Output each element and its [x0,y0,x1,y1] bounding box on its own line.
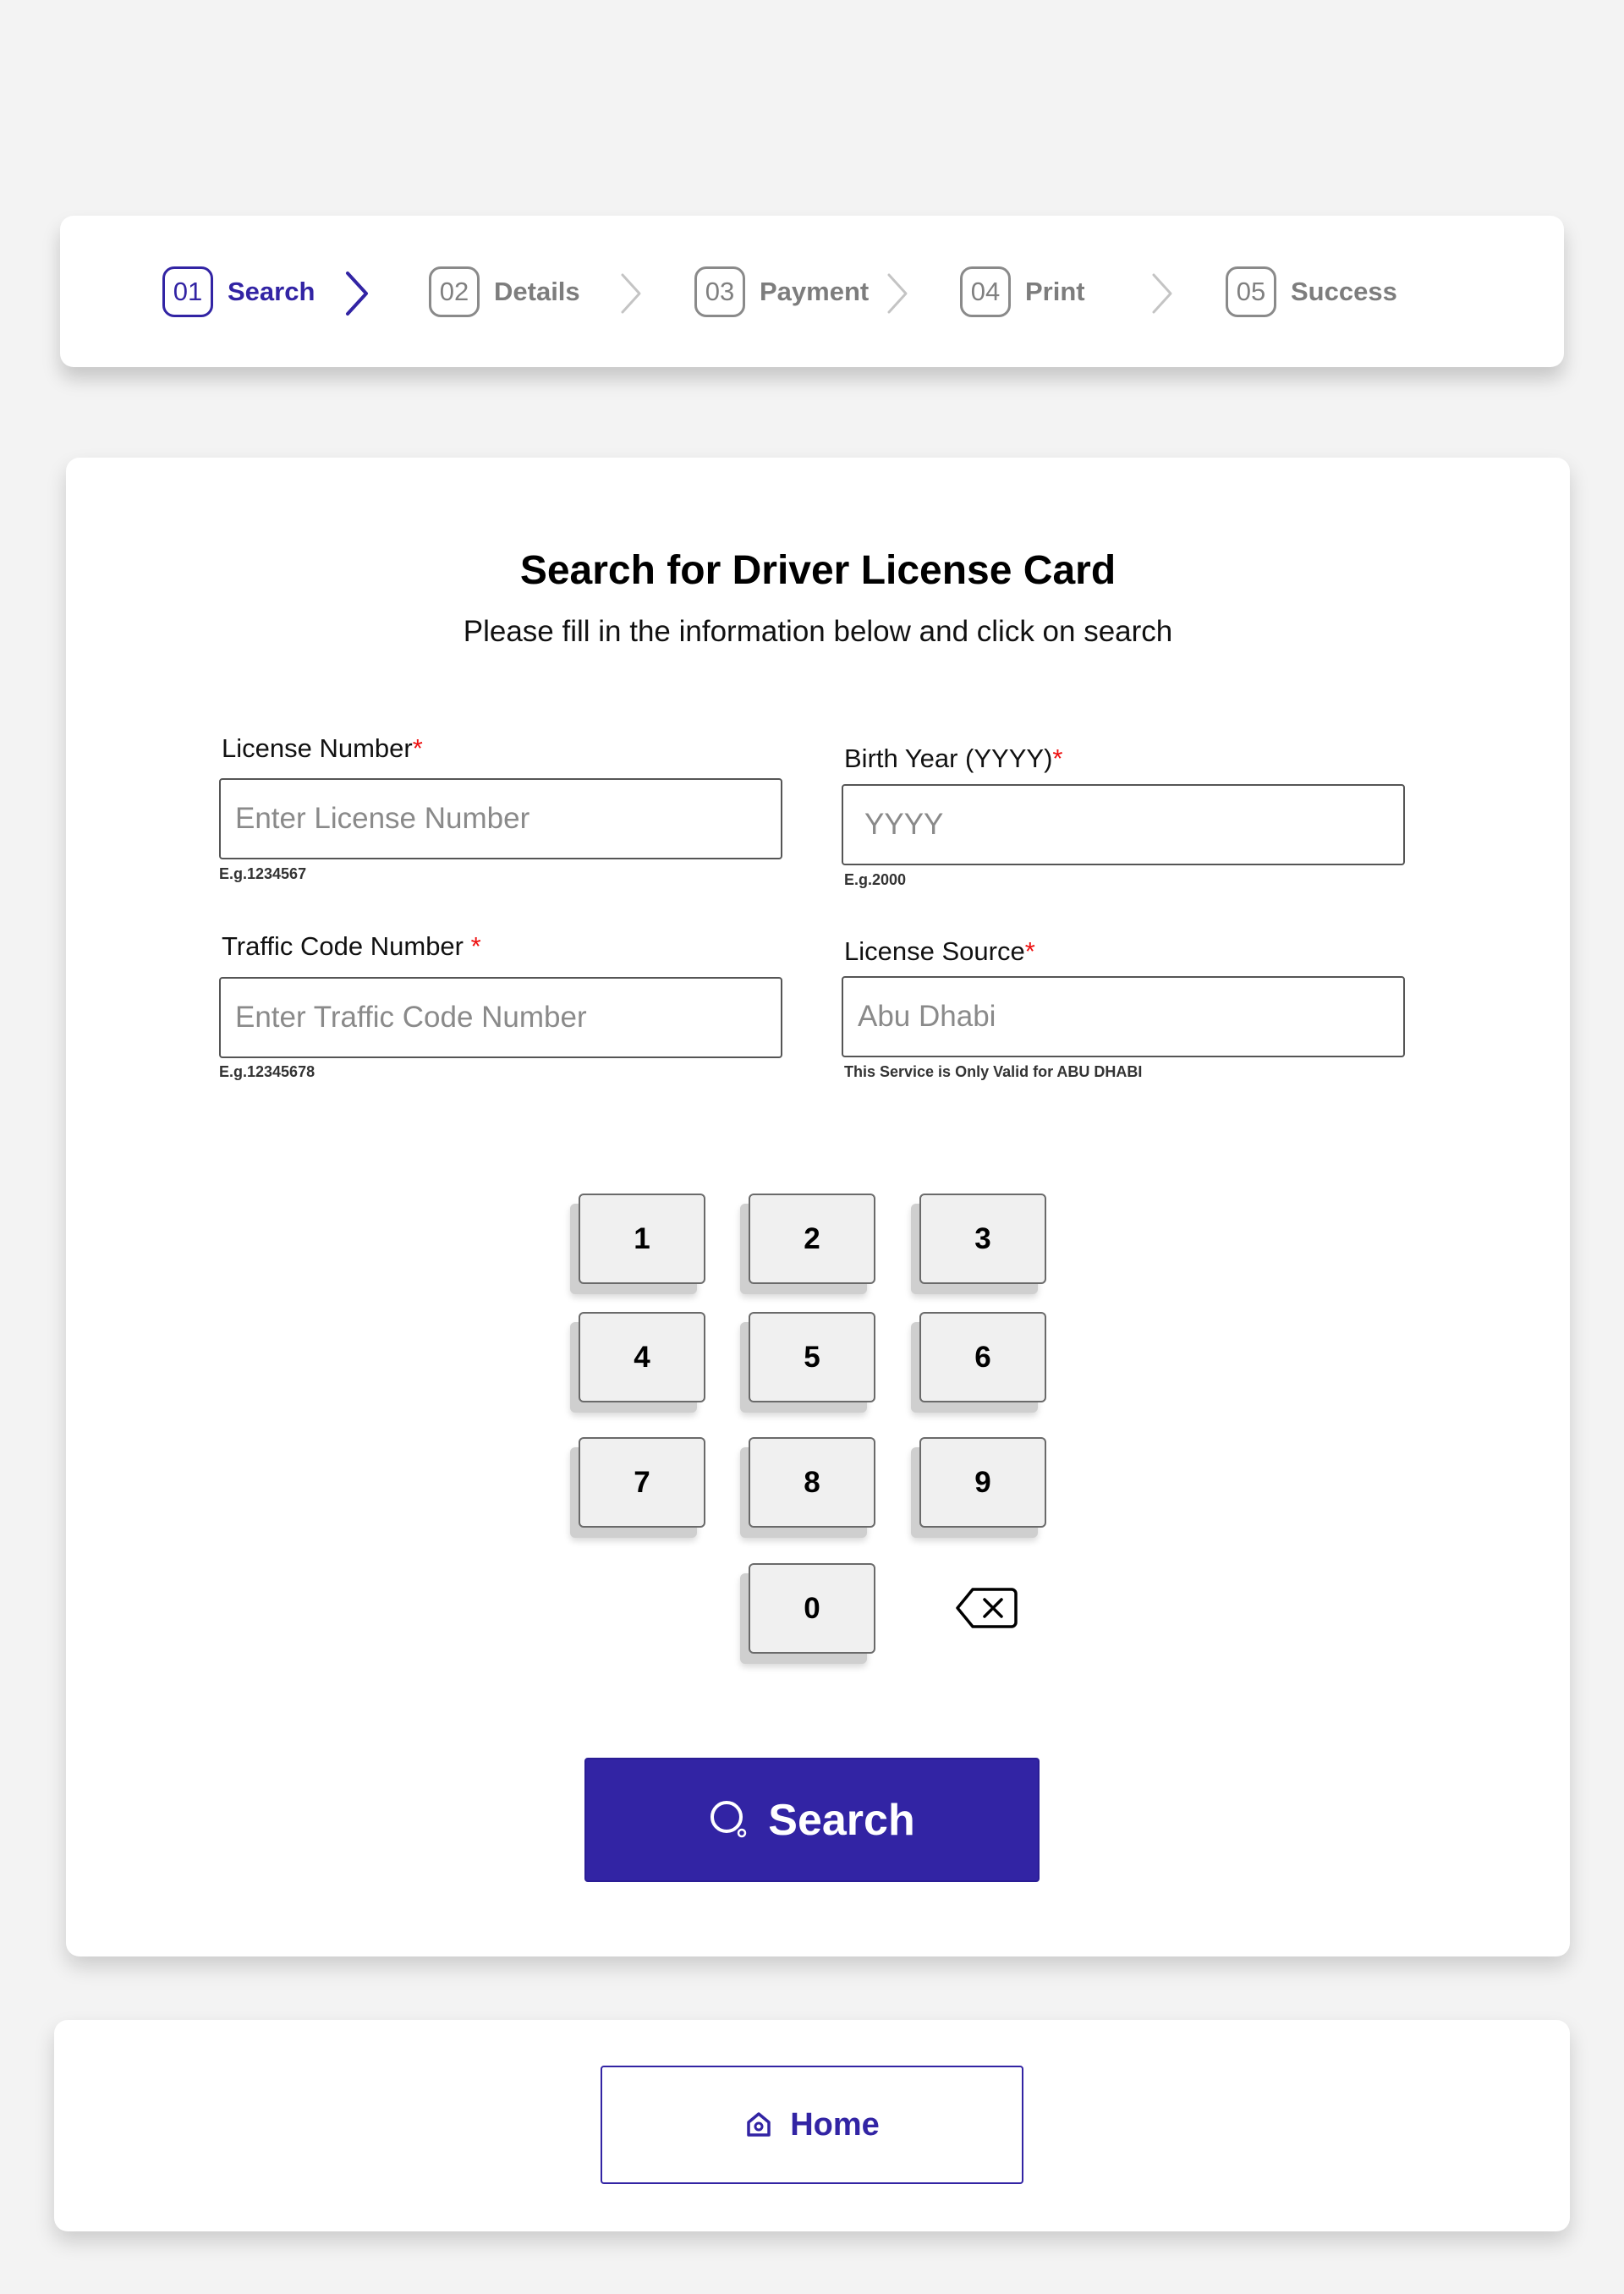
step-label: Success [1291,277,1397,306]
label-text: Birth Year (YYYY) [844,744,1053,773]
keypad-key-6[interactable]: 6 [919,1312,1046,1402]
license-source-input[interactable] [842,976,1405,1057]
license-source-hint: This Service is Only Valid for ABU DHABI [844,1063,1143,1080]
backspace-icon[interactable] [954,1586,1018,1630]
step-number: 04 [960,266,1011,317]
home-button-label: Home [790,2106,880,2143]
required-mark: * [412,733,423,763]
chevron-right-icon [887,273,908,314]
license-number-label: License Number* [222,733,423,764]
keypad-key-1[interactable]: 1 [579,1194,705,1284]
required-mark: * [470,931,481,961]
license-number-input[interactable] [219,778,782,859]
required-mark: * [1052,744,1063,773]
step-number: 05 [1226,266,1276,317]
page-title: Search for Driver License Card [519,548,1116,593]
step-label: Details [494,277,580,306]
label-text: License Number [222,733,413,763]
keypad-key-9[interactable]: 9 [919,1437,1046,1528]
step-number: 03 [694,266,745,317]
footer-bar: Home [54,2020,1570,2231]
step-label: Payment [760,277,870,306]
progress-stepper: 01 Search 02 Details 03 Payment 04 Print… [60,216,1564,367]
traffic-code-hint: E.g.12345678 [219,1063,315,1080]
keypad-key-4[interactable]: 4 [579,1312,705,1402]
search-button-label: Search [768,1795,915,1845]
step-print: 04 Print [960,266,1085,317]
search-button[interactable]: Search [584,1758,1040,1882]
traffic-code-input[interactable] [219,977,782,1058]
label-text: Traffic Code Number [222,931,471,961]
chevron-right-icon [621,273,641,314]
step-details: 02 Details [429,266,580,317]
keypad-key-3[interactable]: 3 [919,1194,1046,1284]
step-label: Print [1025,277,1085,306]
chevron-right-icon [1152,273,1172,314]
license-number-hint: E.g.1234567 [219,865,307,882]
step-search: 01 Search [162,266,315,317]
label-text: License Source [844,936,1025,966]
birth-year-label: Birth Year (YYYY)* [844,744,1062,774]
keypad-key-5[interactable]: 5 [749,1312,875,1402]
step-label: Search [228,277,315,306]
home-button[interactable]: Home [601,2066,1023,2184]
search-icon [710,1800,747,1837]
keypad-key-2[interactable]: 2 [749,1194,875,1284]
birth-year-input[interactable] [842,784,1405,865]
traffic-code-label: Traffic Code Number * [222,931,481,962]
chevron-right-icon [346,272,368,316]
step-number: 02 [429,266,480,317]
home-icon [747,2112,771,2137]
page-subtitle: Please fill in the information below and… [463,615,1173,648]
step-number: 01 [162,266,213,317]
step-payment: 03 Payment [694,266,869,317]
keypad-key-8[interactable]: 8 [749,1437,875,1528]
keypad-key-0[interactable]: 0 [749,1563,875,1654]
search-form-card: Search for Driver License Card Please fi… [66,458,1570,1956]
birth-year-hint: E.g.2000 [844,871,907,888]
license-source-label: License Source* [844,936,1035,967]
keypad-key-7[interactable]: 7 [579,1437,705,1528]
step-success: 05 Success [1226,266,1397,317]
required-mark: * [1024,936,1035,966]
